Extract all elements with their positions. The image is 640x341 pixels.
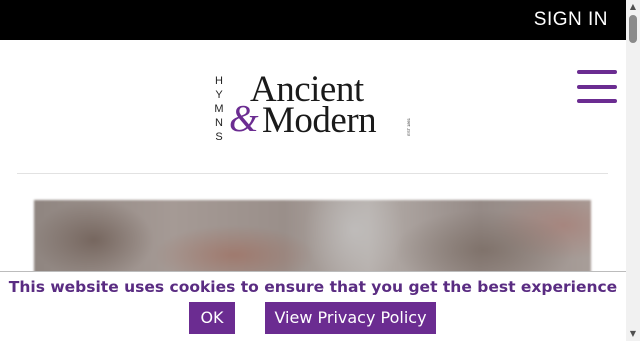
cookie-message: This website uses cookies to ensure that… xyxy=(8,278,618,296)
hero-image xyxy=(34,200,591,280)
hamburger-menu-icon[interactable] xyxy=(577,70,617,104)
logo-ampersand: & xyxy=(229,98,259,140)
menu-line xyxy=(577,85,617,89)
site-logo[interactable]: H Y M N S Ancient & Modern EST 1861 xyxy=(212,71,422,144)
menu-line xyxy=(577,70,617,74)
menu-line xyxy=(577,99,617,103)
sign-in-link[interactable]: SIGN IN xyxy=(534,9,608,31)
page-scrollbar[interactable]: ▲ ▼ xyxy=(626,0,640,341)
logo-hymns-letter: N xyxy=(215,117,223,129)
scroll-down-arrow-icon[interactable]: ▼ xyxy=(626,329,640,339)
logo-hymns-vertical: H Y M N S xyxy=(212,74,226,144)
header-divider xyxy=(17,173,608,174)
cookie-ok-button[interactable]: OK xyxy=(189,302,235,334)
logo-est-text: EST 1861 xyxy=(406,118,411,136)
logo-modern-text: Modern xyxy=(262,100,377,141)
logo-hymns-letter: S xyxy=(215,131,223,143)
logo-hymns-letter: M xyxy=(214,103,224,115)
top-bar: SIGN IN xyxy=(0,0,626,40)
cookie-banner: This website uses cookies to ensure that… xyxy=(0,271,626,341)
scroll-up-arrow-icon[interactable]: ▲ xyxy=(626,2,640,12)
logo-hymns-letter: Y xyxy=(215,89,223,101)
scroll-thumb[interactable] xyxy=(629,15,637,43)
view-privacy-policy-button[interactable]: View Privacy Policy xyxy=(265,302,436,334)
logo-hymns-letter: H xyxy=(215,75,223,87)
